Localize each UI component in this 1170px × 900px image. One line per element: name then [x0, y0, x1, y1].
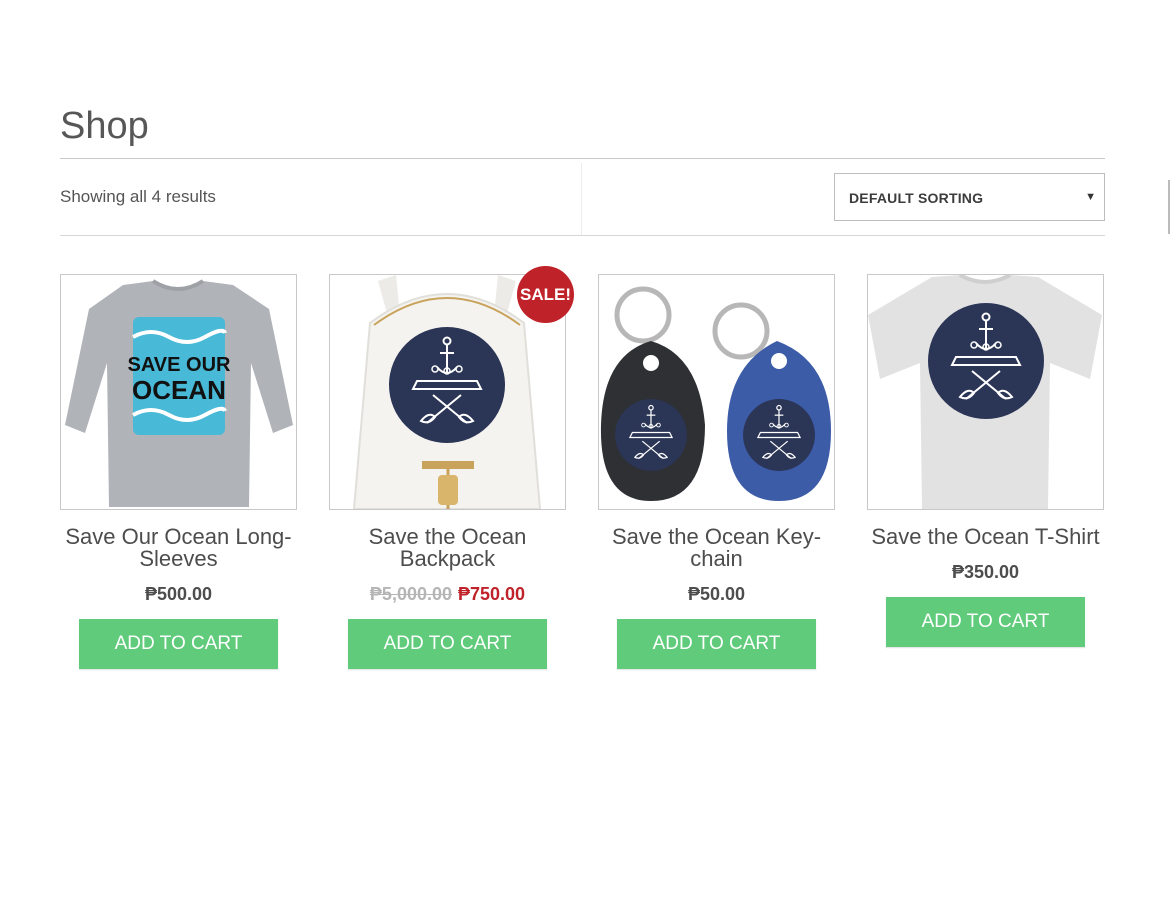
- sort-selected-value: DEFAULT SORTING: [849, 190, 984, 206]
- product-card: Save the Ocean Key-chain ₱50.00 ADD TO C…: [598, 274, 835, 669]
- sale-badge: SALE!: [517, 266, 574, 323]
- current-price: ₱350.00: [951, 562, 1020, 582]
- product-price: ₱350.00: [867, 561, 1104, 583]
- image-text-line1: SAVE OUR: [128, 354, 232, 376]
- product-title[interactable]: Save the Ocean Key-chain: [598, 526, 835, 570]
- product-card: Save the Ocean T-Shirt ₱350.00 ADD TO CA…: [867, 274, 1104, 647]
- product-image[interactable]: [598, 274, 835, 510]
- dropdown-arrow-icon: ▼: [1085, 191, 1096, 203]
- result-count: Showing all 4 results: [60, 187, 216, 206]
- product-image[interactable]: SAVE OUR OCEAN: [60, 274, 297, 510]
- product-image[interactable]: [867, 274, 1104, 510]
- toolbar-divider: [581, 163, 582, 235]
- product-title[interactable]: Save the Ocean T-Shirt: [867, 526, 1104, 548]
- product-price: ₱50.00: [598, 583, 835, 605]
- current-price: ₱50.00: [687, 584, 746, 604]
- add-to-cart-button[interactable]: ADD TO CART: [79, 619, 278, 669]
- sort-select[interactable]: DEFAULT SORTING ▼: [834, 173, 1105, 221]
- product-price: ₱5,000.00 ₱750.00: [329, 583, 566, 605]
- product-card: SAVE OUR OCEAN Save Our Ocean Long-Sleev…: [60, 274, 297, 669]
- product-price: ₱500.00: [60, 583, 297, 605]
- current-price: ₱500.00: [144, 584, 213, 604]
- product-title[interactable]: Save the Ocean Backpack: [329, 526, 566, 570]
- shop-toolbar: Showing all 4 results DEFAULT SORTING ▼: [60, 158, 1105, 236]
- add-to-cart-button[interactable]: ADD TO CART: [617, 619, 816, 669]
- add-to-cart-button[interactable]: ADD TO CART: [348, 619, 547, 669]
- add-to-cart-button[interactable]: ADD TO CART: [886, 597, 1085, 647]
- image-text-line2: OCEAN: [132, 375, 226, 405]
- product-card: SALE! Save the Ocean Backpack ₱5,000.00 ₱…: [329, 266, 574, 669]
- page-title: Shop: [60, 105, 149, 147]
- product-title[interactable]: Save Our Ocean Long-Sleeves: [60, 526, 297, 570]
- original-price: ₱5,000.00: [369, 584, 452, 604]
- sale-price: ₱750.00: [458, 584, 526, 604]
